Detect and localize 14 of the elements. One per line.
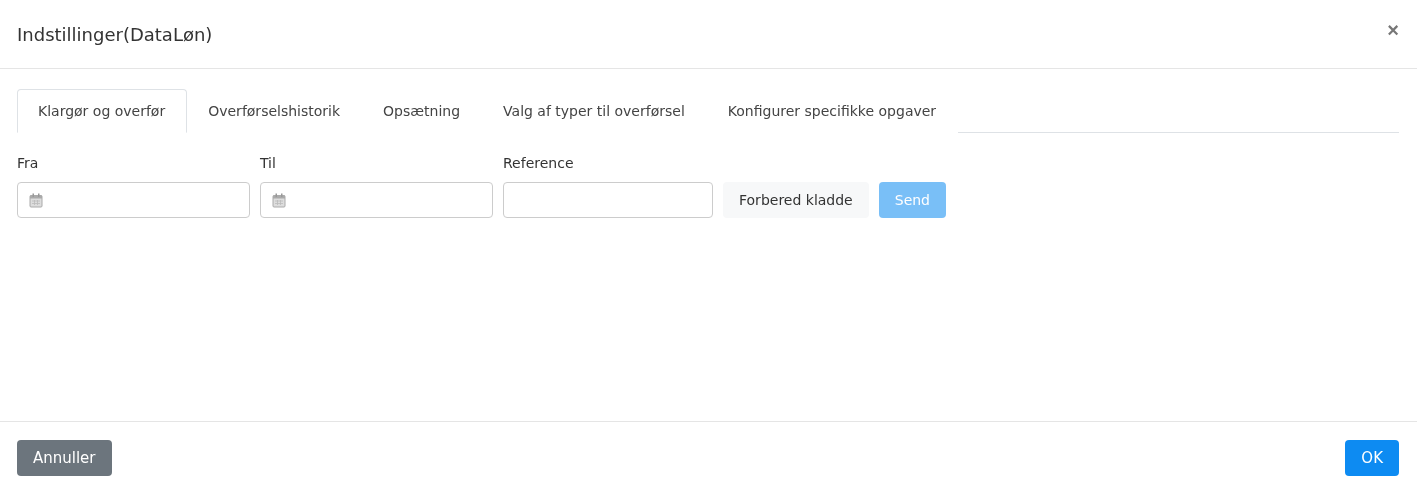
date-field[interactable] — [17, 182, 250, 218]
close-button[interactable]: × — [1387, 18, 1399, 42]
field-label: Reference — [503, 155, 575, 171]
calendar-icon — [272, 192, 286, 208]
prepare-button[interactable]: Forbered kladde — [723, 182, 869, 218]
date-field[interactable] — [260, 182, 493, 218]
dialog-title: Indstillinger(DataLøn) — [17, 23, 213, 45]
calendar-icon — [29, 192, 43, 208]
cancel-button[interactable]: Annuller — [17, 440, 112, 476]
ok-button[interactable]: OK — [1345, 440, 1399, 476]
field-label: Til — [260, 155, 277, 171]
input-field[interactable] — [503, 182, 713, 218]
tab[interactable]: Klargør og overfør — [17, 89, 188, 133]
field-label: Fra — [17, 155, 40, 171]
